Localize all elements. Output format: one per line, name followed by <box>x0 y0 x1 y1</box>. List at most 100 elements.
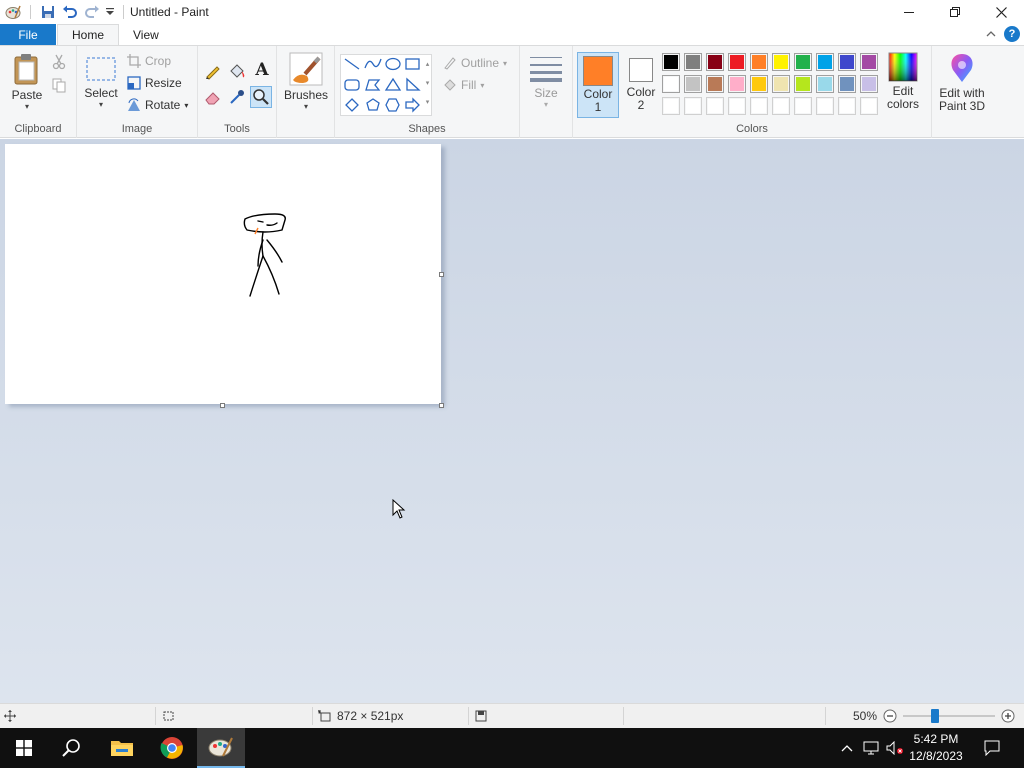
rounded-rectangle-shape-icon <box>344 79 360 91</box>
close-button[interactable] <box>978 0 1024 24</box>
crop-button[interactable]: Crop <box>127 54 171 68</box>
collapse-ribbon-icon[interactable] <box>986 27 996 41</box>
palette-swatch[interactable] <box>684 75 702 93</box>
outline-icon <box>444 57 456 70</box>
move-cursor-icon <box>4 710 16 722</box>
palette-custom-slot[interactable] <box>684 97 702 115</box>
palette-swatch[interactable] <box>860 75 878 93</box>
show-hidden-icons[interactable] <box>836 728 858 768</box>
rotate-button[interactable]: Rotate ▾ <box>127 98 188 112</box>
outline-button[interactable]: Outline ▾ <box>443 56 507 70</box>
paste-label: Paste <box>11 88 43 102</box>
palette-swatch[interactable] <box>750 75 768 93</box>
shapes-scroll[interactable]: ▴ ▾ ▾ <box>423 55 432 115</box>
rotate-label: Rotate <box>145 98 181 112</box>
taskbar-clock[interactable]: 5:42 PM 12/8/2023 <box>906 731 966 765</box>
size-button[interactable]: Size ▾ <box>528 54 564 116</box>
paint-taskbar-button[interactable] <box>197 728 245 768</box>
palette-swatch[interactable] <box>728 75 746 93</box>
tab-file[interactable]: File <box>0 24 56 46</box>
palette-swatch[interactable] <box>728 53 746 71</box>
eraser-icon[interactable] <box>204 88 224 108</box>
undo-icon[interactable] <box>59 1 81 23</box>
palette-swatch[interactable] <box>772 75 790 93</box>
palette-swatch[interactable] <box>838 53 856 71</box>
minimize-button[interactable] <box>886 0 932 24</box>
redo-icon[interactable] <box>81 1 103 23</box>
paint3d-label-line2: Paint 3D <box>938 99 986 113</box>
palette-custom-slot[interactable] <box>750 97 768 115</box>
palette-custom-slot[interactable] <box>728 97 746 115</box>
quick-access-toolbar <box>0 0 130 24</box>
start-button[interactable] <box>0 728 48 768</box>
color-palette <box>662 53 882 119</box>
palette-swatch[interactable] <box>772 53 790 71</box>
tab-view[interactable]: View <box>119 24 173 46</box>
color1-button[interactable]: Color 1 <box>577 52 619 118</box>
palette-custom-slot[interactable] <box>838 97 856 115</box>
color1-label-line2: 1 <box>594 100 602 114</box>
customize-toolbar-icon[interactable] <box>103 1 117 23</box>
zoom-in-icon[interactable] <box>1001 709 1015 723</box>
file-explorer-button[interactable] <box>98 728 146 768</box>
palette-swatch[interactable] <box>662 53 680 71</box>
zoom-slider[interactable] <box>903 709 996 723</box>
palette-custom-slot[interactable] <box>860 97 878 115</box>
image-group-label: Image <box>121 123 153 135</box>
resize-handle-right[interactable] <box>439 272 444 277</box>
palette-swatch[interactable] <box>860 53 878 71</box>
fill-button[interactable]: Fill ▾ <box>443 78 484 92</box>
palette-swatch[interactable] <box>750 53 768 71</box>
notifications-button[interactable] <box>980 728 1004 768</box>
palette-swatch[interactable] <box>794 75 812 93</box>
canvas-workspace[interactable] <box>0 139 1024 703</box>
magnifier-icon[interactable] <box>250 86 272 108</box>
outline-label: Outline <box>461 56 500 70</box>
copy-icon[interactable] <box>52 78 67 96</box>
search-button[interactable] <box>48 728 96 768</box>
edit-with-paint3d-button[interactable]: Edit with Paint 3D <box>934 52 990 118</box>
palette-swatch[interactable] <box>684 53 702 71</box>
close-icon <box>995 6 1007 18</box>
palette-swatch[interactable] <box>662 75 680 93</box>
zoom-slider-thumb[interactable] <box>931 709 940 723</box>
text-tool-icon[interactable]: A <box>252 60 272 80</box>
volume-tray[interactable] <box>884 728 906 768</box>
palette-swatch[interactable] <box>816 53 834 71</box>
drawing-canvas[interactable] <box>5 144 441 404</box>
resize-handle-corner[interactable] <box>439 403 444 408</box>
palette-swatch[interactable] <box>706 53 724 71</box>
palette-swatch[interactable] <box>838 75 856 93</box>
select-button[interactable]: Select ▾ <box>83 56 119 118</box>
tab-home[interactable]: Home <box>57 24 120 46</box>
help-icon[interactable]: ? <box>1004 26 1020 42</box>
fill-bucket-icon[interactable] <box>228 62 248 82</box>
zoom-out-icon[interactable] <box>883 709 897 723</box>
crop-label: Crop <box>145 54 172 68</box>
palette-custom-slot[interactable] <box>706 97 724 115</box>
color2-button[interactable]: Color 2 <box>621 52 661 118</box>
palette-custom-slot[interactable] <box>794 97 812 115</box>
cut-icon[interactable] <box>52 54 66 73</box>
brushes-button[interactable]: Brushes ▾ <box>283 52 329 118</box>
paint-app-icon[interactable] <box>2 1 24 23</box>
color-picker-icon[interactable] <box>228 88 248 108</box>
image-group: Select ▾ Crop Resize Rotate ▾ Image <box>77 46 198 138</box>
restore-button[interactable] <box>932 0 978 24</box>
palette-custom-slot[interactable] <box>662 97 680 115</box>
save-icon[interactable] <box>37 1 59 23</box>
edit-colors-button[interactable]: Edit colors <box>882 52 924 118</box>
pencil-icon[interactable] <box>204 62 224 82</box>
resize-button[interactable]: Resize <box>127 76 182 90</box>
network-tray[interactable] <box>860 728 882 768</box>
palette-custom-slot[interactable] <box>816 97 834 115</box>
palette-custom-slot[interactable] <box>772 97 790 115</box>
resize-handle-bottom[interactable] <box>220 403 225 408</box>
chrome-button[interactable] <box>148 728 196 768</box>
palette-swatch[interactable] <box>816 75 834 93</box>
select-label: Select <box>84 86 118 100</box>
palette-swatch[interactable] <box>706 75 724 93</box>
paste-button[interactable]: Paste ▾ <box>8 52 46 116</box>
palette-swatch[interactable] <box>794 53 812 71</box>
color1-swatch <box>583 56 613 86</box>
